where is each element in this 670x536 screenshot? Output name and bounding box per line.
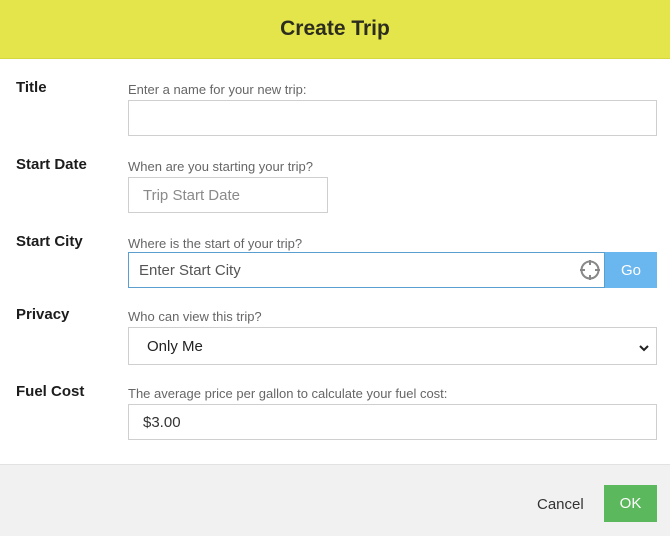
- chevron-down-icon: [638, 341, 650, 353]
- crosshair-icon[interactable]: [579, 259, 601, 281]
- start-date-label: Start Date: [16, 156, 87, 173]
- ok-button[interactable]: OK: [604, 485, 657, 522]
- dialog-footer: Cancel OK: [0, 464, 670, 536]
- privacy-help-text: Who can view this trip?: [128, 309, 262, 324]
- start-date-help-text: When are you starting your trip?: [128, 159, 313, 174]
- privacy-select[interactable]: Only Me: [128, 327, 657, 365]
- fuel-cost-help-text: The average price per gallon to calculat…: [128, 386, 448, 401]
- title-input[interactable]: [128, 100, 657, 136]
- start-city-help-text: Where is the start of your trip?: [128, 236, 303, 251]
- cancel-button[interactable]: Cancel: [525, 486, 596, 522]
- title-label: Title: [16, 79, 47, 96]
- privacy-selected-value: Only Me: [147, 337, 203, 355]
- dialog-title: Create Trip: [280, 17, 390, 40]
- fuel-cost-input[interactable]: [128, 404, 657, 440]
- fuel-cost-label: Fuel Cost: [16, 383, 85, 400]
- title-help-text: Enter a name for your new trip:: [128, 82, 307, 97]
- dialog-header: Create Trip: [0, 0, 670, 59]
- start-city-label: Start City: [16, 233, 83, 250]
- start-city-input[interactable]: [128, 252, 605, 288]
- start-date-input[interactable]: [128, 177, 328, 213]
- go-button[interactable]: Go: [605, 252, 657, 288]
- start-city-group: Go: [128, 252, 657, 288]
- create-trip-dialog: Create Trip Title Enter a name for your …: [0, 0, 670, 536]
- privacy-label: Privacy: [16, 306, 70, 323]
